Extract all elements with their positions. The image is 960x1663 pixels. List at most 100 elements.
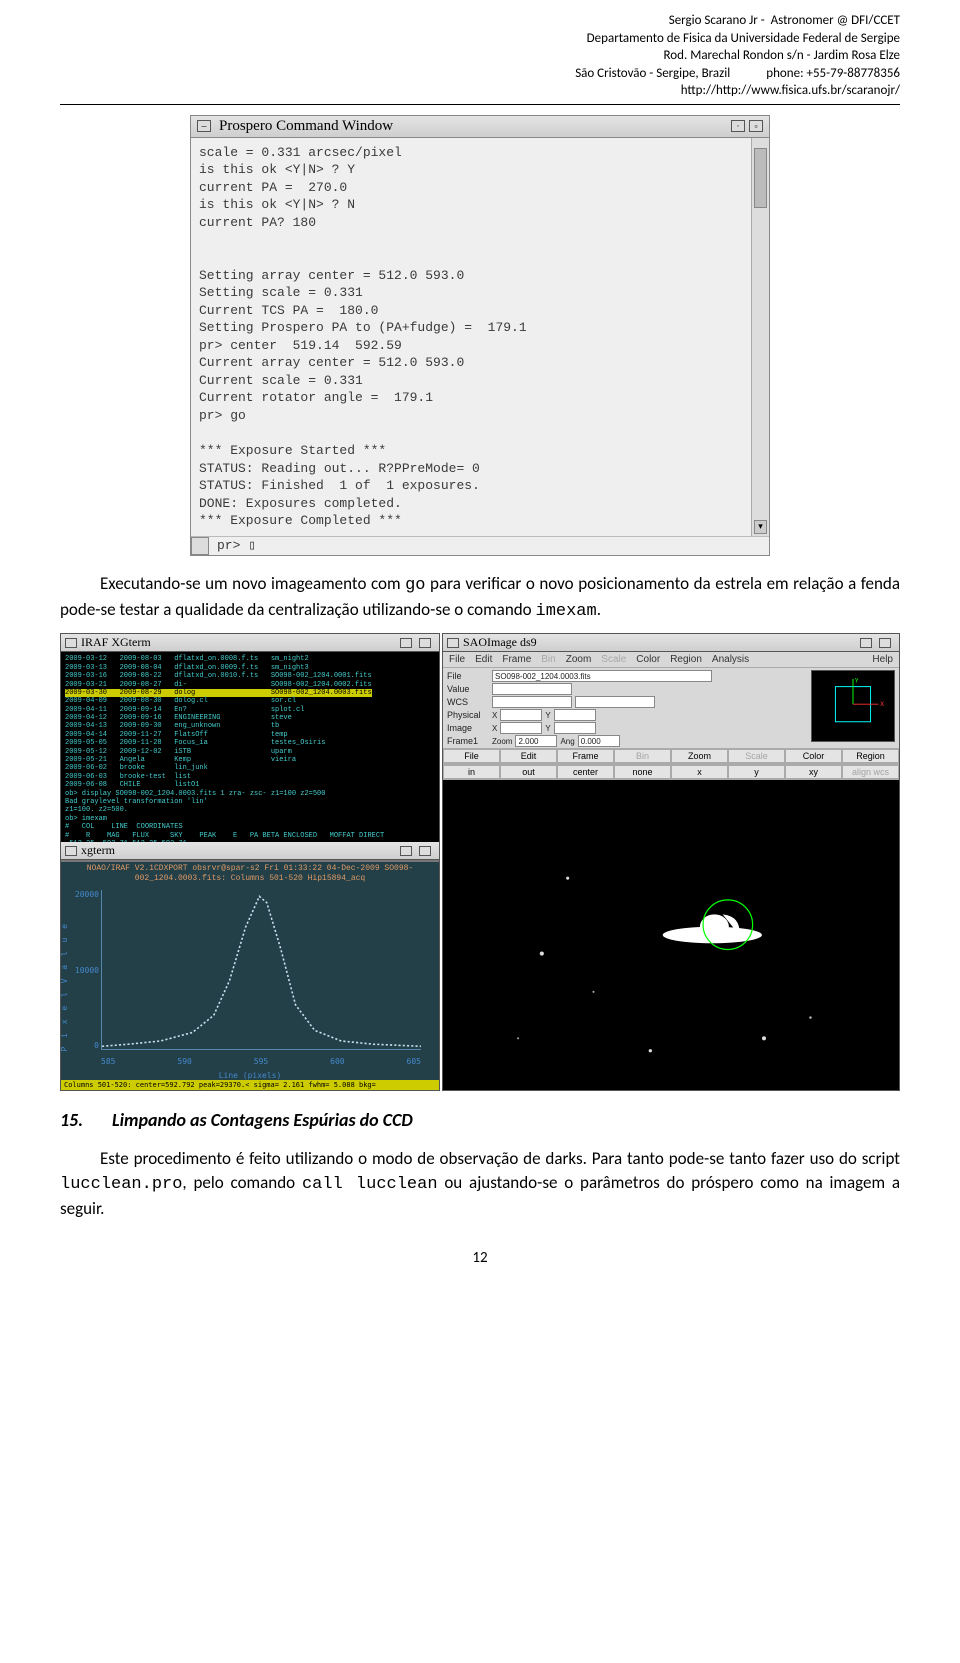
info-lbl-wcs: WCS: [447, 697, 489, 707]
menu-analysis[interactable]: Analysis: [712, 654, 749, 665]
xgterm-window: IRAF XGterm 2009-03-12 2009-08-03 dflatx…: [60, 633, 440, 1091]
p2-text-a: Este procedimento é feito utilizando o m…: [100, 1148, 900, 1169]
info-lbl-value: Value: [447, 684, 489, 694]
btn-bin: Bin: [614, 749, 671, 763]
ds9-menubar: File Edit Frame Bin Zoom Scale Color Reg…: [443, 652, 899, 668]
menu-help[interactable]: Help: [872, 654, 893, 665]
btn-y[interactable]: y: [728, 765, 785, 779]
page-header: Sergio Scarano Jr - Astronomer @ DFI/CCE…: [60, 12, 900, 100]
plot-xlabel: Line (pixels): [61, 1071, 439, 1080]
info-phys-y: [554, 709, 596, 721]
minimize-icon[interactable]: ·: [731, 120, 745, 132]
info-zoom: 2.000: [515, 735, 557, 747]
section-title-15: Limpando as Contagens Espúrias do CCD: [112, 1109, 413, 1131]
minimize-icon[interactable]: [400, 846, 412, 856]
btn-zoom[interactable]: Zoom: [671, 749, 728, 763]
ds9-title: SAOImage ds9: [463, 635, 537, 650]
xgterm-terminal[interactable]: 2009-03-12 2009-08-03 dflatxd_on.0008.f.…: [61, 652, 439, 842]
btn-region[interactable]: Region: [842, 749, 899, 763]
plot-title: NOAO/IRAF V2.1CDXPORT obsrvr@spar-s2 Fri…: [61, 864, 439, 883]
minimize-icon[interactable]: [860, 638, 872, 648]
xtick: 585: [101, 1057, 115, 1066]
prospero-scrollbar[interactable]: ▾: [751, 138, 769, 536]
header-line-2: Departamento de Fisica da Universidade F…: [60, 30, 900, 48]
btn-xy[interactable]: xy: [785, 765, 842, 779]
xgterm-titlebar-2: xgterm: [61, 842, 439, 860]
menu-zoom[interactable]: Zoom: [566, 654, 592, 665]
btn-center[interactable]: center: [557, 765, 614, 779]
ytick: 20000: [75, 890, 99, 899]
info-ang: 0.000: [578, 735, 620, 747]
xtick: 595: [254, 1057, 268, 1066]
ytick: 10000: [75, 966, 99, 975]
scrollbar-down-arrow[interactable]: ▾: [754, 520, 767, 534]
p1-text-a: Executando-se um novo imageamento com: [100, 573, 405, 594]
btn-file[interactable]: File: [443, 749, 500, 763]
header-line-5: http://http://www.fisica.ufs.br/scaranoj…: [60, 82, 900, 100]
p1-code-imexam: imexam: [536, 602, 597, 621]
xgterm-title-1: IRAF XGterm: [81, 635, 151, 650]
menu-edit[interactable]: Edit: [475, 654, 492, 665]
btn-in[interactable]: in: [443, 765, 500, 779]
btn-frame[interactable]: Frame: [557, 749, 614, 763]
window-menu-icon[interactable]: [447, 638, 459, 648]
header-rule: [60, 104, 900, 105]
menu-color[interactable]: Color: [636, 654, 660, 665]
btn-edit[interactable]: Edit: [500, 749, 557, 763]
btn-none[interactable]: none: [614, 765, 671, 779]
maximize-icon[interactable]: [419, 846, 431, 856]
menu-frame[interactable]: Frame: [502, 654, 531, 665]
btn-align-wcs: align wcs: [842, 765, 899, 779]
term-listing-b: 2009-04-09 2009-08-30 dolog.cl sor.cl 20…: [65, 697, 384, 842]
xgterm-title-2: xgterm: [81, 843, 115, 858]
window-menu-icon[interactable]: [65, 846, 77, 856]
plot-status-bar: Columns 501-520: center=592.792 peak=293…: [61, 1080, 439, 1090]
section-heading: 15. Limpando as Contagens Espúrias do CC…: [60, 1109, 900, 1131]
p2-code-call-lucclean: call lucclean: [302, 1175, 438, 1194]
prospero-window: – Prospero Command Window · ▫ scale = 0.…: [190, 115, 770, 556]
xtick: 590: [177, 1057, 191, 1066]
info-img-x: [500, 722, 542, 734]
info-lbl-file: File: [447, 671, 489, 681]
menu-region[interactable]: Region: [670, 654, 702, 665]
prospero-cmdline: pr> ▯: [191, 536, 769, 555]
svg-text:X: X: [880, 700, 884, 709]
ds9-button-row-2: in out center none x y xy align wcs: [443, 764, 899, 780]
menu-file[interactable]: File: [449, 654, 465, 665]
ds9-panner[interactable]: Y X: [811, 670, 895, 742]
ds9-image-display[interactable]: [443, 780, 899, 1090]
header-line-4-right: phone: +55-79-88778356: [766, 65, 900, 83]
xgterm-plot: NOAO/IRAF V2.1CDXPORT obsrvr@spar-s2 Fri…: [61, 860, 439, 1090]
prospero-prompt[interactable]: pr> ▯: [209, 537, 769, 554]
plot-curve-svg: [102, 890, 421, 1050]
btn-out[interactable]: out: [500, 765, 557, 779]
xtick: 605: [407, 1057, 421, 1066]
maximize-icon[interactable]: ▫: [749, 120, 763, 132]
maximize-icon[interactable]: [879, 638, 891, 648]
window-menu-icon[interactable]: [65, 638, 77, 648]
btn-x[interactable]: x: [671, 765, 728, 779]
info-ang-lbl: Ang: [560, 737, 574, 746]
scrollbar-thumb[interactable]: [754, 148, 767, 208]
page-number: 12: [60, 1249, 900, 1267]
section-number-15: 15.: [60, 1109, 88, 1131]
minimize-icon[interactable]: [400, 638, 412, 648]
plot-x-ticks: 585 590 595 600 605: [101, 1057, 421, 1066]
btn-color[interactable]: Color: [785, 749, 842, 763]
info-lbl-physical: Physical: [447, 710, 489, 720]
paragraph-2: Este procedimento é feito utilizando o m…: [60, 1147, 900, 1220]
info-wcs-1: [492, 696, 572, 708]
maximize-icon[interactable]: [419, 638, 431, 648]
xgterm-titlebar-1: IRAF XGterm: [61, 634, 439, 652]
figure-terminal-ds9: IRAF XGterm 2009-03-12 2009-08-03 dflatx…: [60, 633, 900, 1091]
menu-bin: Bin: [541, 654, 555, 665]
window-menu-icon[interactable]: –: [197, 120, 211, 132]
menu-scale: Scale: [601, 654, 626, 665]
info-phys-x: [500, 709, 542, 721]
plot-y-ticks: 20000 10000 0: [65, 890, 99, 1050]
p2-code-lucclean-pro: lucclean.pro: [60, 1175, 182, 1194]
ds9-titlebar: SAOImage ds9: [443, 634, 899, 652]
term-listing-hl: 2009-03-30 2009-08-29 dolog SO098-002_12…: [65, 689, 372, 697]
plot-area: [101, 890, 421, 1050]
ds9-button-row-1: File Edit Frame Bin Zoom Scale Color Reg…: [443, 748, 899, 764]
